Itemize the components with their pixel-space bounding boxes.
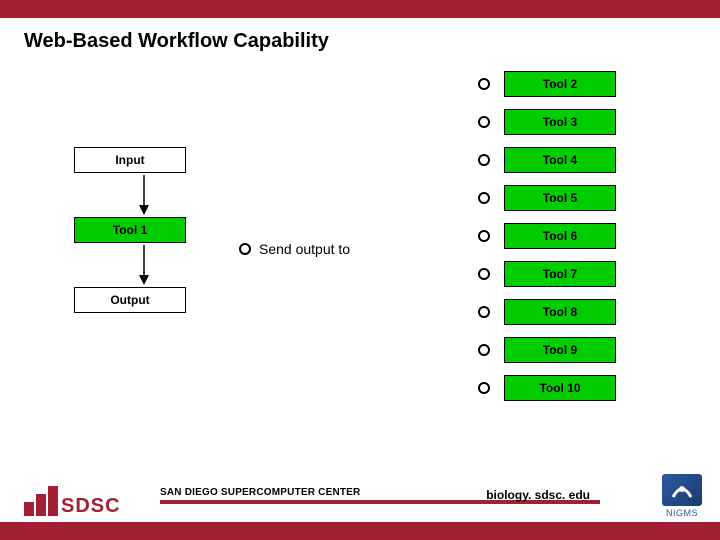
tool-option: Tool 2 — [478, 71, 616, 97]
slide: Web-Based Workflow Capability Input Tool… — [0, 18, 720, 522]
radio-icon[interactable] — [478, 382, 490, 394]
page-title: Web-Based Workflow Capability — [24, 30, 696, 53]
tool-box: Tool 8 — [504, 299, 616, 325]
slide-frame: Web-Based Workflow Capability Input Tool… — [0, 0, 720, 540]
radio-icon[interactable] — [478, 192, 490, 204]
tool-box: Tool 7 — [504, 261, 616, 287]
tool-box: Tool 6 — [504, 223, 616, 249]
nigms-logo: NIGMS — [662, 474, 702, 518]
footer-url: biology. sdsc. edu — [486, 488, 590, 502]
tool-box: Tool 3 — [504, 109, 616, 135]
footer-center: SAN DIEGO SUPERCOMPUTER CENTER biology. … — [160, 487, 600, 504]
tool1-box: Tool 1 — [74, 217, 186, 243]
tool-box: Tool 2 — [504, 71, 616, 97]
send-output-label: Send output to — [259, 241, 350, 257]
tool-option: Tool 10 — [478, 375, 616, 401]
nigms-label: NIGMS — [662, 508, 702, 518]
radio-icon[interactable] — [478, 344, 490, 356]
tool-option: Tool 3 — [478, 109, 616, 135]
tool-option: Tool 5 — [478, 185, 616, 211]
radio-icon[interactable] — [478, 268, 490, 280]
tool-options: Tool 2 Tool 3 Tool 4 Tool 5 Tool 6 — [478, 71, 616, 401]
radio-icon[interactable] — [239, 243, 251, 255]
output-box: Output — [74, 287, 186, 313]
left-column: Input Tool 1 Output — [74, 71, 214, 313]
radio-icon[interactable] — [478, 78, 490, 90]
tool-box: Tool 5 — [504, 185, 616, 211]
diagram: Input Tool 1 Output Send output to — [24, 71, 696, 451]
tool-box: Tool 4 — [504, 147, 616, 173]
tool-option: Tool 6 — [478, 223, 616, 249]
input-box: Input — [74, 147, 186, 173]
sdsc-logo: SDSC — [24, 486, 121, 516]
nigms-badge-icon — [662, 474, 702, 506]
tool-option: Tool 8 — [478, 299, 616, 325]
send-output-group: Send output to — [239, 241, 350, 257]
arrow-down-icon — [134, 175, 154, 215]
tool-option: Tool 9 — [478, 337, 616, 363]
tool-option: Tool 7 — [478, 261, 616, 287]
radio-icon[interactable] — [478, 306, 490, 318]
tool-box: Tool 9 — [504, 337, 616, 363]
sdsc-bars-icon — [24, 486, 58, 516]
arrow-down-icon — [134, 245, 154, 285]
tool-option: Tool 4 — [478, 147, 616, 173]
tool-box: Tool 10 — [504, 375, 616, 401]
sdsc-text: SDSC — [61, 496, 121, 516]
footer: SDSC SAN DIEGO SUPERCOMPUTER CENTER biol… — [0, 462, 720, 522]
radio-icon[interactable] — [478, 154, 490, 166]
radio-icon[interactable] — [478, 230, 490, 242]
radio-icon[interactable] — [478, 116, 490, 128]
